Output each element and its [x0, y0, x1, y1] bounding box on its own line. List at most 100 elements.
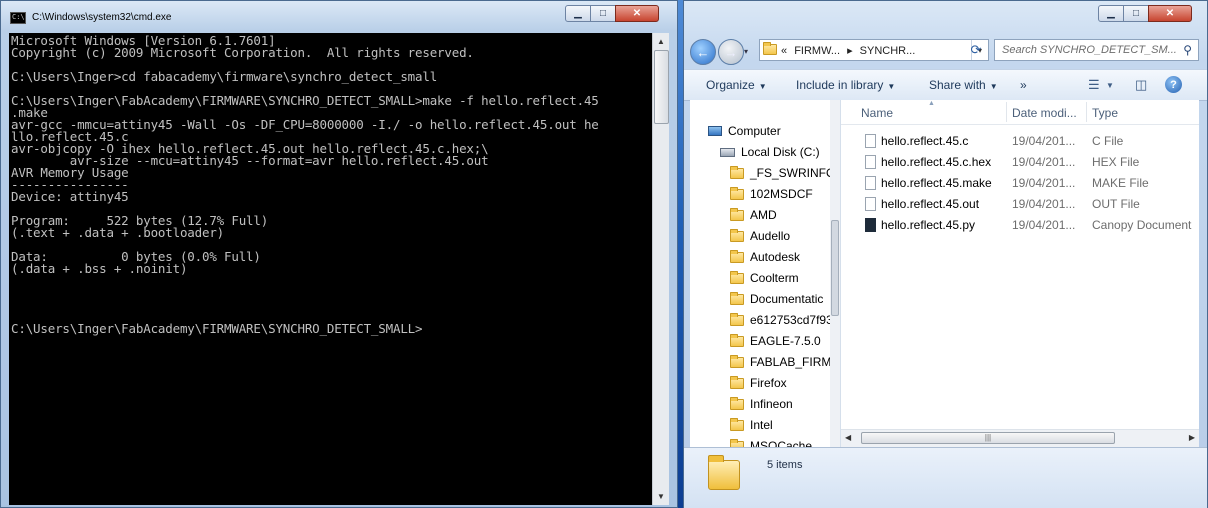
nav-tree-item[interactable]: Intel [730, 417, 773, 432]
more-commands-button[interactable]: » [1020, 78, 1027, 92]
organize-button[interactable]: Organize ▼ [706, 78, 767, 92]
file-list-horizontal-scrollbar[interactable]: ◀ ||| ▶ [841, 429, 1199, 447]
folder-icon [730, 375, 744, 389]
nav-tree-item[interactable]: AMD [730, 207, 777, 222]
file-row[interactable]: hello.reflect.45.c 19/04/201... C File [841, 131, 1199, 152]
disk-icon [720, 147, 735, 157]
cmd-vertical-scrollbar[interactable]: ▲ ▼ [652, 33, 669, 505]
file-date: 19/04/201... [1012, 176, 1076, 190]
breadcrumb-overflow[interactable]: « [781, 45, 787, 57]
explorer-maximize-button[interactable]: □ [1123, 5, 1149, 22]
column-divider[interactable] [1086, 102, 1087, 122]
file-date: 19/04/201... [1012, 197, 1076, 211]
nav-tree-label: AMD [750, 208, 777, 222]
back-button[interactable]: ← [690, 39, 716, 65]
sort-ascending-icon: ▲ [928, 100, 935, 107]
file-type: Canopy Document [1092, 218, 1192, 232]
folder-icon [730, 333, 744, 347]
maximize-button[interactable]: □ [590, 5, 616, 22]
nav-tree-item[interactable]: Audello [730, 228, 790, 243]
chevron-down-icon: ▼ [758, 82, 767, 91]
view-dropdown-icon[interactable]: ▼ [1106, 81, 1114, 90]
scroll-up-arrow-icon[interactable]: ▲ [653, 33, 669, 50]
folder-icon [730, 270, 744, 284]
console-output[interactable]: Microsoft Windows [Version 6.1.7601] Cop… [9, 33, 652, 505]
nav-tree-item[interactable]: Firefox [730, 375, 787, 390]
file-name: hello.reflect.45.out [881, 197, 980, 211]
scroll-right-arrow-icon[interactable]: ▶ [1189, 433, 1195, 442]
close-button[interactable]: ✕ [615, 5, 659, 22]
explorer-caption-buttons: ▁ □ ✕ [1098, 5, 1192, 23]
scrollbar-thumb[interactable] [831, 220, 839, 316]
nav-tree-item[interactable]: Computer [708, 124, 781, 138]
file-row[interactable]: hello.reflect.45.py 19/04/201... Canopy Do… [841, 215, 1199, 236]
nav-tree-item[interactable]: MSOCache [730, 438, 812, 447]
view-options-icon[interactable]: ☰ [1088, 77, 1100, 93]
file-icon [865, 176, 876, 190]
details-pane: 5 items [684, 447, 1207, 508]
recent-pages-dropdown[interactable]: ▾ [744, 47, 748, 56]
nav-tree-item[interactable]: FABLAB_FIRM [730, 354, 831, 369]
nav-tree-label: Autodesk [750, 250, 801, 264]
nav-tree-item[interactable]: e612753cd7f93 [730, 312, 833, 327]
nav-tree-item[interactable]: Documentatic [730, 291, 824, 306]
nav-tree-label: Local Disk (C:) [741, 145, 820, 159]
address-bar[interactable]: « FIRMW... ▸ SYNCHR... ▾ [759, 39, 989, 61]
refresh-button[interactable]: ⟳ [964, 40, 988, 60]
command-toolbar: Organize ▼ Include in library ▼ Share with… [684, 69, 1207, 101]
column-header-date[interactable]: Date modi... [1012, 106, 1077, 120]
help-button[interactable]: ? [1165, 76, 1182, 93]
folder-icon [730, 186, 744, 200]
chevron-down-icon: ▼ [887, 82, 896, 91]
nav-tree-item[interactable]: Autodesk [730, 249, 801, 264]
close-icon: ✕ [632, 8, 642, 19]
include-in-library-button[interactable]: Include in library ▼ [796, 78, 895, 92]
file-row[interactable]: hello.reflect.45.make 19/04/201... MAKE Fi… [841, 173, 1199, 194]
cmd-titlebar[interactable]: C:\ C:\Windows\system32\cmd.exe ▁ □ ✕ [1, 1, 677, 33]
nav-tree-label: _FS_SWRINFO [750, 166, 836, 180]
file-type: OUT File [1092, 197, 1140, 211]
folder-icon [730, 207, 744, 221]
breadcrumb: « FIRMW... ▸ SYNCHR... [781, 44, 919, 57]
folder-icon [730, 312, 744, 326]
nav-tree-item[interactable]: Local Disk (C:) [720, 145, 820, 159]
nav-tree-label: Infineon [750, 397, 793, 411]
nav-tree-item[interactable]: Coolterm [730, 270, 799, 285]
file-row[interactable]: hello.reflect.45.c.hex 19/04/201... HEX Fi… [841, 152, 1199, 173]
nav-tree-item[interactable]: Infineon [730, 396, 793, 411]
folder-icon [708, 455, 740, 490]
scrollbar-thumb[interactable]: ||| [861, 432, 1115, 444]
folder-icon [730, 417, 744, 431]
nav-tree-label: Intel [750, 418, 773, 432]
explorer-window: ▁ □ ✕ ← → ▾ « FIRMW... ▸ SYNCHR... ▾ ⟳ S… [683, 0, 1208, 508]
nav-tree-item[interactable]: EAGLE-7.5.0 [730, 333, 821, 348]
preview-pane-icon[interactable]: ◫ [1135, 77, 1147, 93]
breadcrumb-item-synchro[interactable]: SYNCHR... [860, 45, 916, 57]
nav-tree-label: Documentatic [750, 292, 824, 306]
search-input[interactable]: Search SYNCHRO_DETECT_SM... ⚲ [994, 39, 1199, 61]
scroll-down-arrow-icon[interactable]: ▼ [653, 488, 669, 505]
breadcrumb-separator-icon[interactable]: ▸ [847, 45, 853, 57]
minimize-button[interactable]: ▁ [565, 5, 591, 22]
scrollbar-thumb[interactable] [654, 50, 669, 124]
forward-button[interactable]: → [718, 39, 744, 65]
folder-icon [730, 396, 744, 410]
file-list-pane: ▲ Name Date modi... Type hello.reflect.4… [841, 100, 1199, 447]
breadcrumb-item-firmware[interactable]: FIRMW... [794, 45, 840, 57]
nav-tree-item[interactable]: 102MSDCF [730, 186, 813, 201]
nav-pane-scrollbar[interactable] [830, 100, 840, 447]
minimize-icon: ▁ [574, 8, 582, 19]
explorer-close-button[interactable]: ✕ [1148, 5, 1192, 22]
explorer-minimize-button[interactable]: ▁ [1098, 5, 1124, 22]
column-divider[interactable] [1006, 102, 1007, 122]
column-header-type[interactable]: Type [1092, 106, 1118, 120]
share-with-button[interactable]: Share with ▼ [929, 78, 998, 92]
file-row[interactable]: hello.reflect.45.out 19/04/201... OUT File [841, 194, 1199, 215]
nav-tree-item[interactable]: _FS_SWRINFO [730, 165, 836, 180]
column-header-name[interactable]: Name [861, 106, 893, 120]
maximize-icon: □ [1132, 8, 1140, 19]
file-type: HEX File [1092, 155, 1140, 169]
cmd-window-title: C:\Windows\system32\cmd.exe [32, 12, 172, 23]
nav-tree-label: Firefox [750, 376, 787, 390]
scroll-left-arrow-icon[interactable]: ◀ [845, 433, 851, 442]
